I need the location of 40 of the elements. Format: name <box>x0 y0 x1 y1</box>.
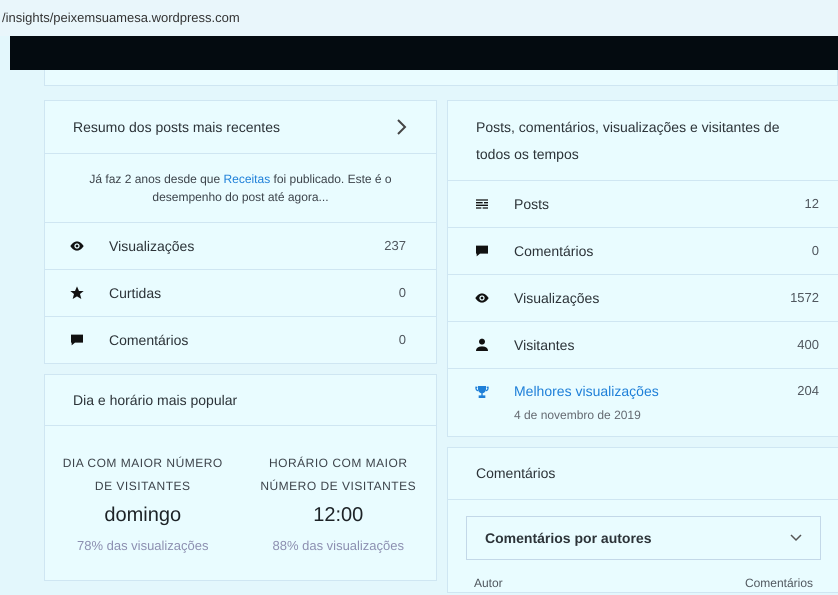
stat-label: Curtidas <box>109 284 162 302</box>
stat-value: 237 <box>384 237 406 256</box>
address-bar[interactable]: /insights/peixemsuamesa.wordpress.com <box>0 0 838 36</box>
stat-value: 0 <box>812 242 819 260</box>
stat-label: Posts <box>514 194 550 214</box>
column-header: Autor <box>474 575 503 592</box>
chevron-down-icon <box>790 534 802 542</box>
stat-label: Comentários <box>109 330 190 350</box>
stat-value: 0 <box>398 331 406 350</box>
stat-value: 400 <box>797 336 819 354</box>
trophy-icon <box>474 384 490 400</box>
stat-note: 88% das visualizações <box>272 537 404 555</box>
stat-value: 12:00 <box>313 503 364 528</box>
chevron-right-icon[interactable] <box>396 118 408 136</box>
person-icon <box>474 337 490 353</box>
card-title: Posts, comentários, visualizações e visitantes de todos os tempos <box>476 118 780 164</box>
stat-date: 4 de novembro de 2019 <box>514 407 642 424</box>
column-header: Comentários <box>744 575 813 592</box>
stat-label: Melhores visualizações <box>514 382 660 401</box>
speech-bubble-icon <box>474 243 490 259</box>
speech-bubble-icon <box>69 332 85 348</box>
stat-value: 1572 <box>790 289 819 308</box>
stat-value: 12 <box>804 195 819 214</box>
column-heading: DIA COM MAIOR NÚMERO DE VISITANTES <box>62 455 224 495</box>
card-title: Resumo dos posts mais recentes <box>73 118 280 137</box>
star-icon <box>69 285 85 301</box>
post-summary: Já faz 2 anos desde que Receitas foi publicado. Este é o desempenho do post até agora... <box>88 171 393 206</box>
stat-value: 204 <box>797 382 819 400</box>
post-link[interactable]: Receitas <box>224 172 270 186</box>
card-title: Comentários <box>476 464 556 483</box>
stat-label: Visualizações <box>109 236 196 256</box>
stat-note: 78% das visualizações <box>76 537 209 555</box>
stat-value: domingo <box>104 503 182 528</box>
stat-value: 0 <box>398 284 406 302</box>
stat-label: Visualizações <box>514 288 600 308</box>
column-heading: HORÁRIO COM MAIOR NÚMERO DE VISITANTES <box>259 455 418 495</box>
stat-label: Visitantes <box>514 336 576 354</box>
dropdown[interactable]: Comentários por autores <box>466 516 821 560</box>
stat-label: Comentários <box>514 242 594 260</box>
card-title: Dia e horário mais popular <box>73 390 238 410</box>
